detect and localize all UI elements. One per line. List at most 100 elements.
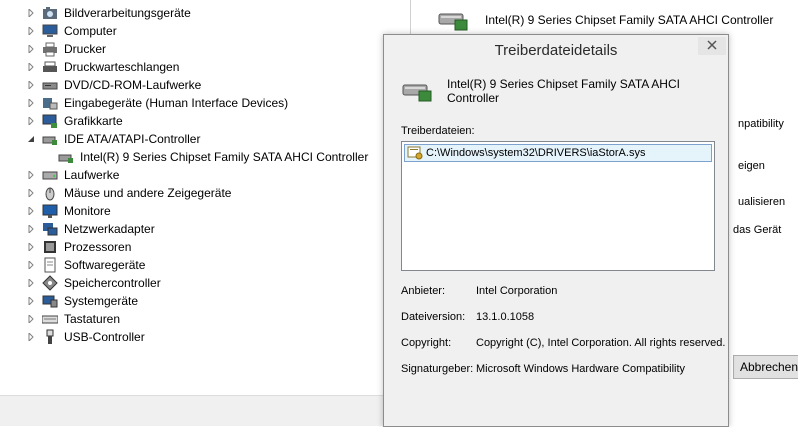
- tree-item-processors[interactable]: Prozessoren: [26, 238, 131, 256]
- tree-item-label: Grafikkarte: [64, 114, 123, 128]
- tree-item-disk-drives[interactable]: Laufwerke: [26, 166, 119, 184]
- expand-chevron-icon[interactable]: [26, 188, 36, 198]
- display-adapter-icon: [42, 113, 58, 129]
- device-tree[interactable]: Bildverarbeitungsgeräte Computer Drucker…: [0, 0, 410, 395]
- tree-item-keyboards[interactable]: Tastaturen: [26, 310, 120, 328]
- tree-item-label: Prozessoren: [64, 240, 132, 254]
- driver-files-list[interactable]: C:\Windows\system32\DRIVERS\iaStorA.sys: [401, 141, 715, 271]
- expand-chevron-icon[interactable]: [26, 332, 36, 342]
- close-icon: [707, 39, 717, 53]
- tree-item-label: Laufwerke: [64, 168, 120, 182]
- network-adapter-icon: [42, 221, 58, 237]
- tree-item-dvd-drives[interactable]: DVD/CD-ROM-Laufwerke: [26, 76, 201, 94]
- file-version-label: Dateiversion:: [401, 311, 466, 323]
- disk-drive-icon: [42, 167, 58, 183]
- storage-controller-icon: [42, 275, 58, 291]
- print-queue-icon: [42, 59, 58, 75]
- close-button[interactable]: [698, 37, 726, 55]
- tree-item-monitors[interactable]: Monitore: [26, 202, 111, 220]
- properties-device-header: Intel(R) 9 Series Chipset Family SATA AH…: [437, 4, 773, 35]
- tree-item-computer[interactable]: Computer: [26, 22, 117, 40]
- keyboard-icon: [42, 311, 58, 327]
- tree-item-printers[interactable]: Drucker: [26, 40, 106, 58]
- computer-icon: [42, 23, 58, 39]
- ide-controller-icon: [42, 131, 58, 147]
- tree-item-label: DVD/CD-ROM-Laufwerke: [64, 78, 202, 92]
- sata-controller-icon: [58, 149, 74, 165]
- properties-device-name: Intel(R) 9 Series Chipset Family SATA AH…: [485, 12, 774, 27]
- tree-item-label: Softwaregeräte: [64, 258, 146, 272]
- expand-chevron-icon[interactable]: [26, 242, 36, 252]
- driver-file-path: C:\Windows\system32\DRIVERS\iaStorA.sys: [426, 147, 646, 159]
- monitor-icon: [42, 203, 58, 219]
- tree-item-label: Eingabegeräte (Human Interface Devices): [64, 96, 289, 110]
- expand-chevron-icon[interactable]: [26, 62, 36, 72]
- tree-item-label: Speichercontroller: [64, 276, 161, 290]
- tree-item-network-adapters[interactable]: Netzwerkadapter: [26, 220, 155, 238]
- expand-chevron-icon[interactable]: [26, 44, 36, 54]
- expand-chevron-icon[interactable]: [26, 260, 36, 270]
- tree-item-label: USB-Controller: [64, 330, 145, 344]
- provider-label: Anbieter:: [401, 285, 446, 297]
- expand-chevron-icon[interactable]: [26, 170, 36, 180]
- tree-item-storage-controllers[interactable]: Speichercontroller: [26, 274, 161, 292]
- expand-chevron-icon[interactable]: [26, 278, 36, 288]
- mouse-icon: [42, 185, 58, 201]
- tree-item-label: Tastaturen: [64, 312, 121, 326]
- tree-item-usb-controllers[interactable]: USB-Controller: [26, 328, 145, 346]
- dvd-drive-icon: [42, 77, 58, 93]
- tree-item-system-devices[interactable]: Systemgeräte: [26, 292, 138, 310]
- properties-text-fragment: eigen: [738, 160, 765, 172]
- tree-item-mice[interactable]: Mäuse und andere Zeigegeräte: [26, 184, 231, 202]
- horizontal-scrollbar[interactable]: [0, 395, 410, 426]
- tree-item-label: Bildverarbeitungsgeräte: [64, 6, 191, 20]
- tree-item-print-queues[interactable]: Druckwarteschlangen: [26, 58, 179, 76]
- signer-label: Signaturgeber:: [401, 363, 474, 375]
- tree-item-label: Computer: [64, 24, 117, 38]
- tree-item-label: Intel(R) 9 Series Chipset Family SATA AH…: [80, 150, 369, 164]
- driver-file-details-dialog: Treiberdateidetails Intel(R) 9 Series Ch…: [383, 34, 729, 427]
- system-device-icon: [42, 293, 58, 309]
- camera-icon: [42, 5, 58, 21]
- tree-item-hid[interactable]: Eingabegeräte (Human Interface Devices): [26, 94, 288, 112]
- tree-item-label: Netzwerkadapter: [64, 222, 155, 236]
- expand-chevron-icon[interactable]: [26, 8, 36, 18]
- tree-item-label: Systemgeräte: [64, 294, 139, 308]
- properties-text-fragment: das Gerät: [733, 224, 782, 236]
- copyright-label: Copyright:: [401, 337, 452, 349]
- expand-chevron-icon[interactable]: [26, 314, 36, 324]
- dialog-title: Treiberdateidetails: [384, 35, 728, 65]
- expand-chevron-icon[interactable]: [26, 116, 36, 126]
- provider-value: Intel Corporation: [476, 285, 558, 297]
- tree-item-label: IDE ATA/ATAPI-Controller: [64, 132, 201, 146]
- expand-chevron-icon[interactable]: [26, 206, 36, 216]
- driver-files-label: Treiberdateien:: [401, 125, 475, 137]
- expand-chevron-icon[interactable]: [26, 26, 36, 36]
- expand-chevron-icon[interactable]: [26, 80, 36, 90]
- properties-text-fragment: ualisieren: [738, 196, 786, 208]
- file-version-value: 13.1.0.1058: [476, 311, 535, 323]
- tree-item-label: Mäuse und andere Zeigegeräte: [64, 186, 232, 200]
- copyright-value: Copyright (C), Intel Corporation. All ri…: [476, 337, 726, 349]
- tree-item-ide-controllers[interactable]: IDE ATA/ATAPI-Controller: [26, 130, 200, 148]
- tree-item-software-devices[interactable]: Softwaregeräte: [26, 256, 145, 274]
- printer-icon: [42, 41, 58, 57]
- sata-controller-icon: [437, 4, 469, 35]
- software-device-icon: [42, 257, 58, 273]
- tree-item-sata-controller[interactable]: Intel(R) 9 Series Chipset Family SATA AH…: [58, 148, 368, 166]
- collapse-chevron-icon[interactable]: [26, 134, 36, 144]
- tree-item-display-adapters[interactable]: Grafikkarte: [26, 112, 123, 130]
- tree-item-label: Drucker: [64, 42, 107, 56]
- signer-value: Microsoft Windows Hardware Compatibility: [476, 363, 686, 375]
- expand-chevron-icon[interactable]: [26, 224, 36, 234]
- sata-controller-icon: [401, 75, 433, 106]
- dialog-device-header: Intel(R) 9 Series Chipset Family SATA AH…: [401, 75, 728, 106]
- list-item[interactable]: C:\Windows\system32\DRIVERS\iaStorA.sys: [404, 144, 712, 162]
- cancel-button[interactable]: Abbrechen: [733, 355, 798, 379]
- tree-item-imaging[interactable]: Bildverarbeitungsgeräte: [26, 4, 191, 22]
- tree-item-label: Druckwarteschlangen: [64, 60, 180, 74]
- expand-chevron-icon[interactable]: [26, 296, 36, 306]
- usb-icon: [42, 329, 58, 345]
- processor-icon: [42, 239, 58, 255]
- expand-chevron-icon[interactable]: [26, 98, 36, 108]
